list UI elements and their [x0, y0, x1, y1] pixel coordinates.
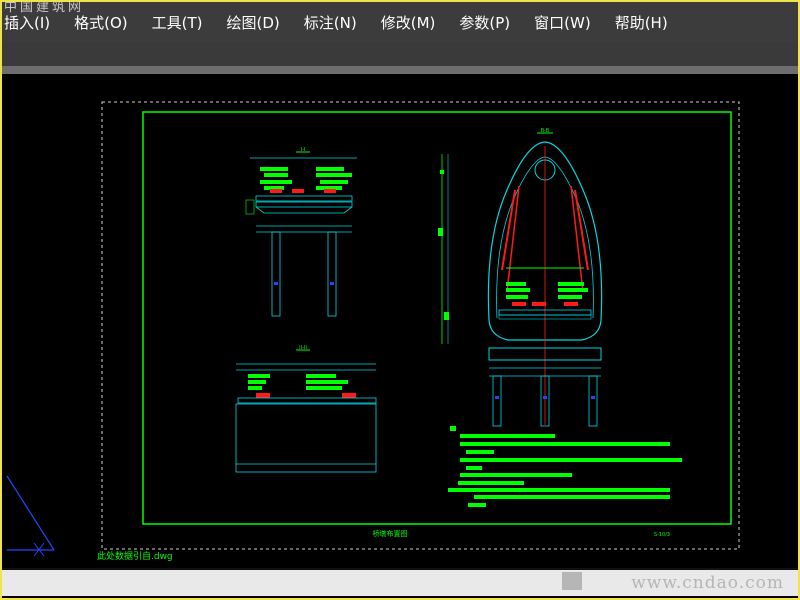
menu-parameters[interactable]: 参数(P)	[459, 12, 510, 33]
dimension-column	[438, 154, 449, 344]
sheet-number: S-10/3	[654, 532, 670, 538]
menu-draw[interactable]: 绘图(D)	[227, 12, 280, 33]
status-toggle[interactable]	[562, 572, 582, 590]
menu-tools[interactable]: 工具(T)	[152, 12, 203, 33]
section-top-left: I-I	[245, 147, 357, 317]
menu-window[interactable]: 窗口(W)	[534, 12, 591, 33]
section-bottom-left: II-II	[235, 345, 377, 473]
menu-bar: 插入(I) 格式(O) 工具(T) 绘图(D) 标注(N) 修改(M) 参数(P…	[2, 2, 798, 42]
status-bar: www.cndao.com	[2, 570, 798, 596]
menu-dimension[interactable]: 标注(N)	[304, 12, 357, 33]
sheet-border	[142, 111, 732, 525]
toolbar-area	[2, 42, 798, 66]
toolbar-divider	[2, 66, 798, 74]
notes-block	[448, 426, 682, 507]
menu-help[interactable]: 帮助(H)	[615, 12, 668, 33]
command-line-text: 此处数据引自.dwg	[97, 550, 173, 562]
paper-boundary	[101, 101, 740, 550]
menu-modify[interactable]: 修改(M)	[381, 12, 436, 33]
watermark-top-left: 中国建筑网	[4, 0, 85, 15]
cad-drawing: I-I II-II B-B 桥墩布置图 S-10/3 此处数据引自.dwg	[6, 101, 740, 562]
section-right: B-B	[487, 128, 603, 427]
triangle-marker	[6, 475, 55, 557]
drawing-title: 桥墩布置图	[373, 529, 408, 538]
watermark-bottom-right: www.cndao.com	[631, 573, 784, 593]
drawing-canvas[interactable]: I-I II-II B-B 桥墩布置图 S-10/3 此处数据引自.dwg	[2, 74, 798, 568]
